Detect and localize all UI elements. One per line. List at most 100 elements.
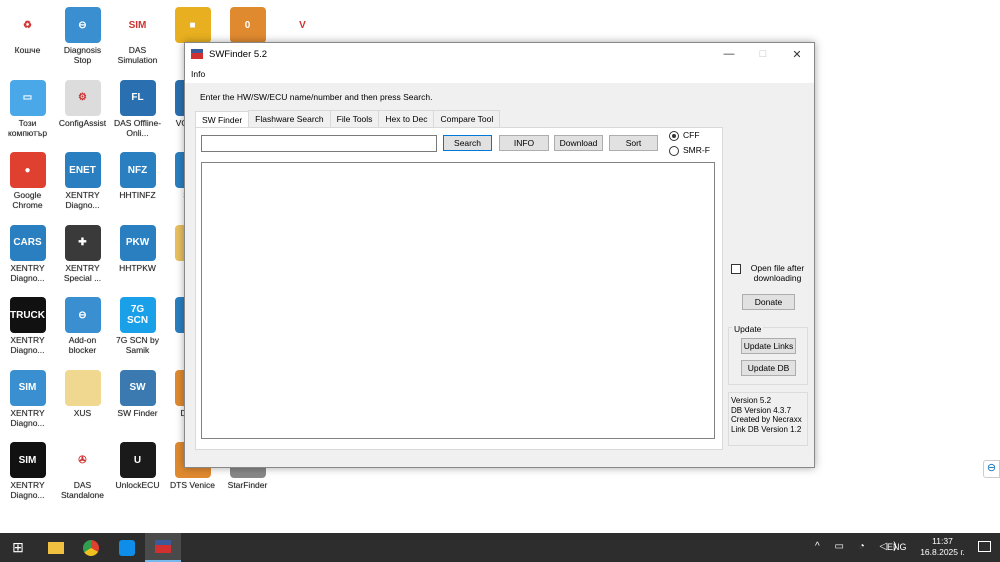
desktop-icon-label: ConfigAssist xyxy=(58,117,107,128)
maximize-button[interactable]: □ xyxy=(746,48,780,60)
desktop-icon[interactable]: ▭ Този компютър xyxy=(0,77,55,149)
taskbar: ⊞ ^ ▭ ◔ ◁) ENG 11:37 16.8.2025 г. xyxy=(0,533,1000,562)
desktop-icon[interactable]: ENET XENTRY Diagno... xyxy=(55,149,110,221)
app-icon: CARS xyxy=(9,224,46,261)
desktop-icon[interactable]: SW SW Finder xyxy=(110,367,165,439)
chrome-button[interactable] xyxy=(73,533,109,562)
desktop-icon-label: XENTRY Diagno... xyxy=(10,480,45,500)
tab-flashware-search[interactable]: Flashware Search xyxy=(248,110,331,127)
app-icon: ● xyxy=(9,152,46,188)
tab-strip: SW Finder Flashware Search File Tools Hex t… xyxy=(195,110,501,128)
desktop-icon-label: DAS Simulation xyxy=(117,45,158,65)
info-button[interactable]: INFO xyxy=(499,135,549,151)
desktop-icon-label: UnlockECU xyxy=(115,480,160,490)
clock[interactable]: 11:37 16.8.2025 г. xyxy=(915,536,970,558)
desktop-icon[interactable]: XUS xyxy=(55,367,110,439)
desktop-icon[interactable]: ● Google Chrome xyxy=(0,149,55,221)
desktop-icon-label: XENTRY Diagno... xyxy=(10,335,45,355)
menu-bar: Info xyxy=(185,65,814,83)
desktop-icon[interactable]: TRUCK XENTRY Diagno... xyxy=(0,294,55,366)
desktop-icon[interactable]: ✚ XENTRY Special ... xyxy=(55,222,110,294)
notifications-icon[interactable] xyxy=(978,541,991,552)
download-button[interactable]: Download xyxy=(554,135,603,151)
open-file-label: Open file after downloading xyxy=(750,263,805,283)
folder-icon xyxy=(48,541,64,554)
desktop-icon-label: HHTPKW xyxy=(119,262,156,273)
minimize-button[interactable]: — xyxy=(712,48,746,60)
author-line: Created by Necraxx xyxy=(731,415,802,424)
version-line: Version 5.2 xyxy=(731,396,772,405)
menu-info[interactable]: Info xyxy=(191,69,205,79)
app-icon: U xyxy=(119,442,156,478)
desktop-icon[interactable]: U UnlockECU xyxy=(110,439,165,511)
start-button[interactable]: ⊞ xyxy=(0,533,36,562)
radio-cff[interactable]: CFF xyxy=(669,130,700,141)
tab-hex-to-dec[interactable]: Hex to Dec xyxy=(378,110,435,127)
language-indicator[interactable]: ENG xyxy=(887,542,907,552)
app-icon: V xyxy=(284,7,321,43)
instruction-label: Enter the HW/SW/ECU name/number and then… xyxy=(200,92,433,102)
desktop-icon[interactable]: ♻ Кошче xyxy=(0,4,55,76)
app-icon: ⚙ xyxy=(64,79,101,116)
app-icon: SW xyxy=(119,369,156,406)
desktop-icon[interactable]: SIM XENTRY Diagno... xyxy=(0,439,55,511)
teamviewer-side-icon[interactable]: ⊖ xyxy=(983,460,1000,478)
desktop-icon[interactable]: FL DAS Offline-Onli... xyxy=(110,77,165,149)
swfinder-icon xyxy=(155,540,171,553)
radio-smr-f[interactable]: SMR-F xyxy=(669,145,710,156)
tab-file-tools[interactable]: File Tools xyxy=(329,110,380,127)
desktop-icon[interactable]: ✇ DAS Standalone xyxy=(55,439,110,511)
desktop-icon[interactable]: CARS XENTRY Diagno... xyxy=(0,222,55,294)
swfinder-taskbar-button[interactable] xyxy=(145,533,181,562)
tab-sw-finder[interactable]: SW Finder xyxy=(195,111,250,128)
db-version-line: DB Version 4.3.7 xyxy=(731,405,792,415)
radio-indicator[interactable] xyxy=(669,145,679,156)
desktop-icon[interactable]: ⊖ Add-on blocker xyxy=(55,294,110,366)
app-icon: ♻ xyxy=(9,7,46,43)
donate-button[interactable]: Donate xyxy=(742,294,795,310)
teamviewer-icon xyxy=(119,539,135,556)
desktop-icon[interactable]: PKW HHTPKW xyxy=(110,222,165,294)
desktop-icon[interactable]: NFZ HHTINFZ xyxy=(110,149,165,221)
app-icon: SIM xyxy=(119,7,156,43)
desktop-icon-label: HHTINFZ xyxy=(119,190,156,200)
radio-indicator[interactable] xyxy=(669,130,679,141)
search-input[interactable] xyxy=(201,135,437,152)
open-file-checkbox[interactable]: Open file after downloading xyxy=(731,263,811,283)
search-button[interactable]: Search xyxy=(443,135,492,151)
app-icon: ✚ xyxy=(64,224,101,261)
desktop-icon[interactable]: SIM XENTRY Diagno... xyxy=(0,367,55,439)
app-icon: 7G SCN xyxy=(119,297,156,333)
title-bar[interactable]: SWFinder 5.2 — □ ✕ xyxy=(185,43,814,65)
app-icon: PKW xyxy=(119,224,156,261)
desktop-icon[interactable]: ⚙ ConfigAssist xyxy=(55,77,110,149)
radio-cff-label: CFF xyxy=(683,130,700,140)
tab-compare-tool[interactable]: Compare Tool xyxy=(433,110,501,127)
desktop-icon[interactable]: SIM DAS Simulation xyxy=(110,4,165,76)
checkbox-box[interactable] xyxy=(731,264,741,274)
app-icon: ■ xyxy=(174,7,211,43)
update-db-button[interactable]: Update DB xyxy=(741,360,796,376)
desktop-icon-label: 7G SCN by Samik xyxy=(116,335,159,355)
update-links-button[interactable]: Update Links xyxy=(741,338,796,354)
desktop-icon-label: SW Finder xyxy=(117,407,158,418)
desktop-icon-label: Този компютър xyxy=(7,117,48,138)
app-icon xyxy=(191,49,203,59)
app-icon: SIM xyxy=(9,442,46,478)
desktop-icon-label: DAS Offline-Onli... xyxy=(113,117,162,138)
teamviewer-button[interactable] xyxy=(109,533,145,562)
chrome-icon xyxy=(83,539,99,556)
desktop-icon-label: XENTRY Special ... xyxy=(63,262,102,283)
app-icon: ⊖ xyxy=(64,297,101,333)
desktop-icon[interactable]: 7G SCN 7G SCN by Samik xyxy=(110,294,165,366)
results-list[interactable] xyxy=(201,162,715,439)
desktop-icon-label: DTS Venice xyxy=(170,480,215,490)
update-group: Update Update Links Update DB xyxy=(728,324,808,385)
close-button[interactable]: ✕ xyxy=(780,48,814,61)
file-explorer-button[interactable] xyxy=(38,533,74,562)
desktop-icon[interactable]: ⊖ Diagnosis Stop xyxy=(55,4,110,76)
link-db-version-line: Link DB Version 1.2 xyxy=(731,424,802,434)
window-title: SWFinder 5.2 xyxy=(209,48,268,60)
sort-button[interactable]: Sort xyxy=(609,135,658,151)
desktop-icon-label: XENTRY Diagno... xyxy=(65,190,100,210)
